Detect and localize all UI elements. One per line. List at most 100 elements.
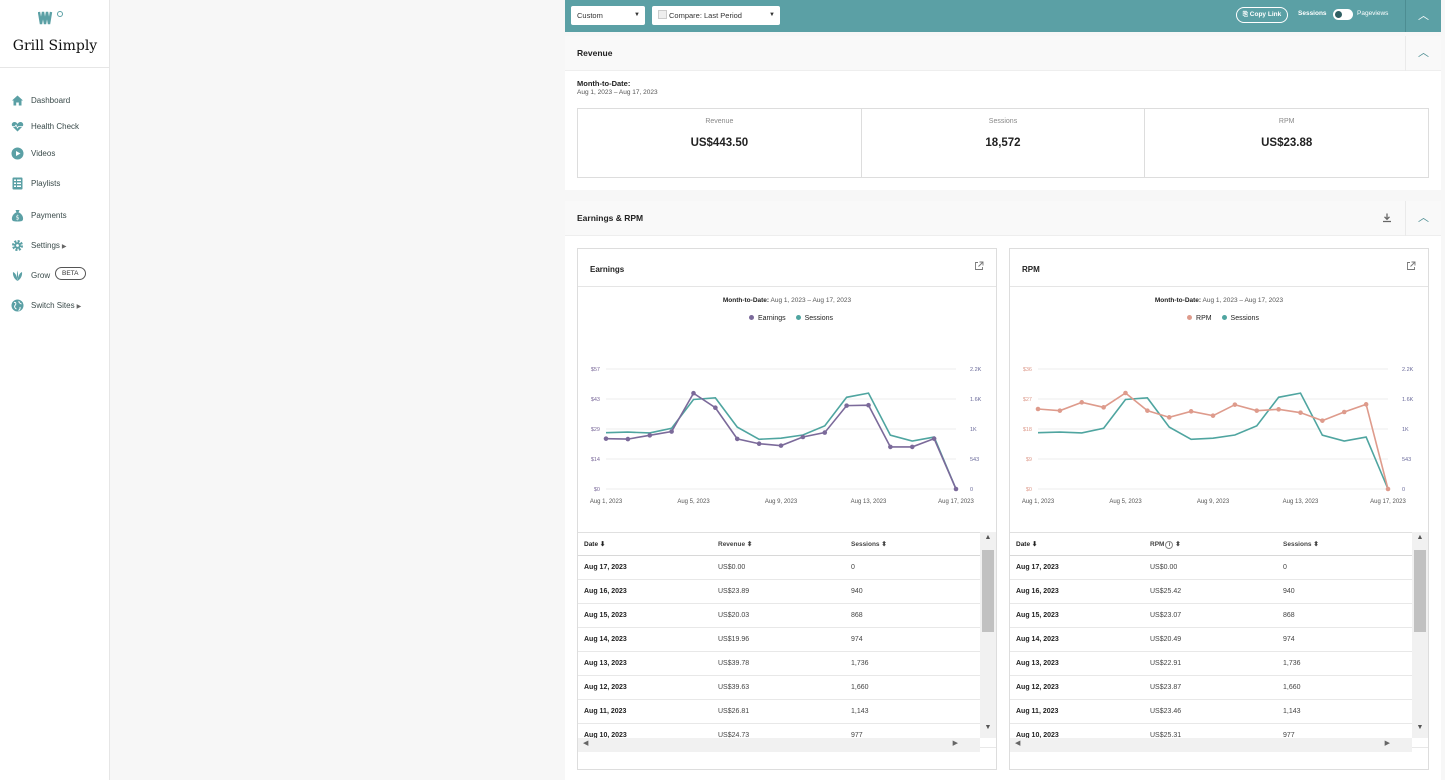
table-row[interactable]: Aug 16, 2023 US$23.89 940 [578, 580, 996, 604]
cell-value: US$0.00 [1150, 564, 1178, 571]
x-tick-label: Aug 1, 2023 [590, 499, 623, 505]
col-header-revenue[interactable]: Revenue ⬍ [718, 533, 752, 557]
sidebar-item-videos[interactable]: Videos [0, 142, 110, 164]
stat-value: US$443.50 [690, 137, 749, 149]
sidebar-item-health-check[interactable]: Health Check [0, 115, 110, 137]
data-point-rpm [1101, 405, 1106, 410]
date-range-select[interactable]: Custom ▼ [571, 6, 645, 25]
external-link-icon[interactable] [974, 261, 984, 271]
earnings-rpm-header[interactable]: Earnings & RPM ︿ [565, 201, 1441, 236]
table-row[interactable]: Aug 12, 2023 US$39.63 1,660 [578, 676, 996, 700]
horizontal-scrollbar[interactable]: ◀ ▶ [578, 738, 980, 752]
cell-value: US$39.63 [718, 684, 750, 691]
download-icon[interactable] [1382, 213, 1392, 223]
cell-sessions: 0 [1283, 564, 1287, 571]
table-row[interactable]: Aug 11, 2023 US$26.81 1,143 [578, 700, 996, 724]
legend-item-sessions[interactable]: Sessions [1231, 315, 1259, 322]
chevron-up-icon[interactable]: ︿ [1405, 36, 1441, 71]
cell-sessions: 0 [851, 564, 855, 571]
cell-value: US$39.78 [718, 660, 750, 667]
scroll-up-icon[interactable]: ▲ [980, 534, 996, 541]
cell-sessions: 1,660 [851, 684, 869, 691]
summary-stats: Revenue US$443.50 Sessions 18,572 RPM US… [577, 108, 1429, 178]
globe-icon [11, 299, 24, 311]
sidebar-item-dashboard[interactable]: Dashboard [0, 89, 110, 111]
table-row[interactable]: Aug 12, 2023 US$23.87 1,660 [1010, 676, 1428, 700]
data-point-earnings [953, 486, 959, 492]
col-header-sessions[interactable]: Sessions ⬍ [1283, 533, 1319, 557]
sidebar-item-switch-sites[interactable]: Switch Sites ▶ [0, 294, 110, 316]
external-link-icon[interactable] [1406, 261, 1416, 271]
cell-date: Aug 11, 2023 [1016, 708, 1059, 715]
scroll-down-icon[interactable]: ▼ [1412, 724, 1428, 731]
revenue-card-header[interactable]: Revenue ︿ [565, 36, 1441, 71]
table-row[interactable]: Aug 13, 2023 US$39.78 1,736 [578, 652, 996, 676]
cell-date: Aug 12, 2023 [584, 684, 627, 691]
brand-name[interactable]: Grill Simply [0, 38, 110, 54]
cell-value: US$26.81 [718, 708, 750, 715]
table-row[interactable]: Aug 17, 2023 US$0.00 0 [578, 556, 996, 580]
scroll-left-icon[interactable]: ◀ [583, 739, 588, 747]
sessions-pageviews-toggle[interactable] [1333, 9, 1353, 20]
compare-select[interactable]: Compare: Last Period ▼ [652, 6, 780, 25]
scroll-right-icon[interactable]: ▶ [1385, 739, 1390, 747]
sidebar-item-grow[interactable]: Grow BETA [0, 264, 110, 286]
scroll-down-icon[interactable]: ▼ [980, 724, 996, 731]
caret-right-icon: ▶ [76, 303, 82, 310]
compare-checkbox[interactable] [658, 10, 667, 19]
sidebar-item-settings[interactable]: Settings ▶ [0, 234, 110, 256]
col-header-label: Date [1016, 541, 1031, 548]
sidebar-item-payments[interactable]: $ Payments [0, 204, 110, 226]
scrollbar-thumb[interactable] [982, 550, 994, 632]
sidebar-divider [0, 67, 110, 68]
table-row[interactable]: Aug 15, 2023 US$23.07 868 [1010, 604, 1428, 628]
caret-right-icon: ▶ [61, 243, 67, 250]
beta-badge: BETA [55, 267, 86, 280]
collapse-toolbar-button[interactable]: ︿ [1405, 0, 1441, 32]
cell-date: Aug 11, 2023 [584, 708, 627, 715]
table-row[interactable]: Aug 13, 2023 US$22.91 1,736 [1010, 652, 1428, 676]
logo-icon[interactable] [38, 9, 64, 27]
table-row[interactable]: Aug 11, 2023 US$23.46 1,143 [1010, 700, 1428, 724]
scroll-up-icon[interactable]: ▲ [1412, 534, 1428, 541]
col-header-sessions[interactable]: Sessions ⬍ [851, 533, 887, 557]
sidebar-item-label: Settings ▶ [31, 241, 67, 250]
col-header-rpm[interactable]: RPM i ⬍ [1150, 533, 1181, 557]
col-header-label: RPM [1150, 541, 1165, 548]
legend-item-sessions[interactable]: Sessions [805, 315, 833, 322]
legend-item-rpm[interactable]: RPM [1196, 315, 1212, 322]
vertical-scrollbar[interactable]: ▲ ▼ [980, 532, 996, 738]
table-row[interactable]: Aug 15, 2023 US$20.03 868 [578, 604, 996, 628]
vertical-scrollbar[interactable]: ▲ ▼ [1412, 532, 1428, 738]
col-header-date[interactable]: Date ⬇ [1016, 533, 1037, 557]
earnings-rpm-title: Earnings & RPM [577, 213, 644, 223]
y-left-tick-label: $57 [591, 367, 600, 373]
table-row[interactable]: Aug 16, 2023 US$25.42 940 [1010, 580, 1428, 604]
col-header-date[interactable]: Date ⬇ [584, 533, 605, 557]
data-point-rpm [1385, 486, 1391, 492]
table-row[interactable]: Aug 14, 2023 US$20.49 974 [1010, 628, 1428, 652]
scrollbar-thumb[interactable] [1414, 550, 1426, 632]
data-point-rpm [1079, 400, 1085, 405]
stat-sessions: Sessions 18,572 [862, 109, 1146, 177]
info-icon[interactable]: i [1165, 541, 1174, 549]
table-row[interactable]: Aug 14, 2023 US$19.96 974 [578, 628, 996, 652]
sidebar-item-playlists[interactable]: Playlists [0, 172, 110, 194]
cell-sessions: 1,736 [851, 660, 869, 667]
table-row[interactable]: Aug 17, 2023 US$0.00 0 [1010, 556, 1428, 580]
chart-mtd-range: Aug 1, 2023 – Aug 17, 2023 [770, 297, 852, 304]
table-header-row: Date ⬇ RPM i ⬍ Sessions ⬍ [1010, 532, 1428, 556]
data-point-earnings [822, 430, 828, 435]
cell-sessions: 974 [1283, 636, 1295, 643]
sidebar-item-label: Payments [31, 210, 67, 220]
link-icon: ⎘ [1242, 11, 1250, 18]
chevron-up-icon[interactable]: ︿ [1405, 201, 1441, 236]
stat-revenue: Revenue US$443.50 [578, 109, 862, 177]
x-tick-label: Aug 1, 2023 [1022, 499, 1055, 505]
scroll-right-icon[interactable]: ▶ [953, 739, 958, 747]
legend-item-earnings[interactable]: Earnings [758, 315, 786, 322]
horizontal-scrollbar[interactable]: ◀ ▶ [1010, 738, 1412, 752]
copy-link-button[interactable]: ⎘ Copy Link [1236, 7, 1288, 23]
scroll-left-icon[interactable]: ◀ [1015, 739, 1020, 747]
x-tick-label: Aug 5, 2023 [677, 499, 710, 505]
